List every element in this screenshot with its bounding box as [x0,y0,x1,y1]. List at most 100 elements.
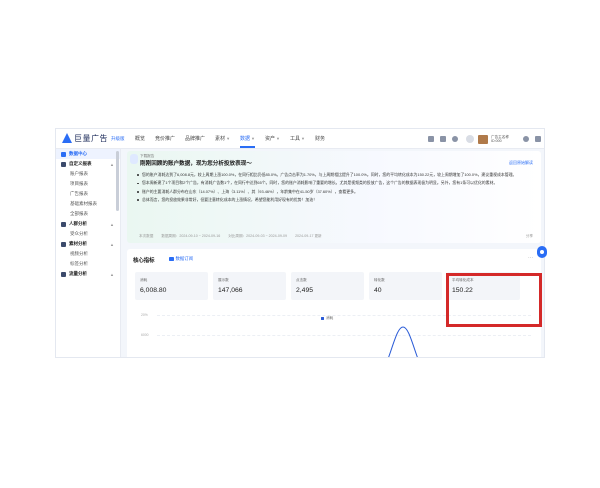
nav-label: 财务 [314,136,325,142]
nav-label: 数据 [240,136,251,142]
report-icon [61,161,66,167]
nav-assets[interactable]: 资产 ▼ [265,129,280,149]
trend-line [388,326,418,357]
metric-label: 转化数 [374,278,385,282]
sidebar-item-label: 基础素材报表 [70,201,97,206]
robot-icon [130,154,138,164]
nav-label: 品牌推广 [185,136,206,142]
sidebar-item-audience-analysis[interactable]: 受众分析 [56,229,120,239]
metric-value: 147,066 [218,287,243,294]
metric-card-impressions[interactable]: 展示数 147,066 [213,272,286,300]
sidebar-item-label: 项目报表 [70,181,88,186]
chevron-up-icon: ▲ [110,221,114,227]
sidebar-group-audience[interactable]: 人群分析 ▲ [56,219,120,229]
chevron-down-icon: ▼ [276,136,280,141]
sidebar-item-data-center[interactable]: 数据中心 [56,149,120,159]
chevron-up-icon: ▲ [110,241,114,247]
metric-card-cost[interactable]: 消耗 6,008.80 [135,272,208,300]
checkbox-icon [169,256,174,262]
briefcase-icon[interactable] [428,136,434,142]
sidebar-item-all-reports[interactable]: 全部报表 [56,209,120,219]
insight-title: 刚刚回顾的账户数据，现为您分析投放表现～ [140,161,252,167]
update-time: 2024-09-17 更新 [295,234,322,238]
data-period: 数据周期：2024-09-10 ~ 2024-09-16 [161,234,221,238]
data-subscribe-checkbox[interactable]: 数据订阅 [169,256,193,262]
metric-card-conversions[interactable]: 转化数 40 [369,272,442,300]
sidebar-group-creative[interactable]: 素材分析 ▲ [56,239,120,249]
sidebar-item-label: 素材分析 [69,241,87,246]
footer-label: 本次数据 [139,234,154,238]
sidebar: 数据中心 自定义报表 ▲ 账户报表 项目报表 广告报表 基础素材报表 全部报表 人… [56,149,121,357]
share-button[interactable]: 分享 [526,234,533,239]
metric-value: 6,008.80 [140,287,167,294]
dashboard-icon [61,151,66,157]
list-item: 您本周新建了1个项目和2个广告，有消耗广告数1个，在同行中达到65个。同时，您的… [137,180,537,186]
sidebar-item-label: 全部报表 [70,211,88,216]
checkbox-label: 数据订阅 [175,256,194,261]
gear-icon[interactable] [523,136,529,142]
sidebar-item-label: 受众分析 [70,231,88,236]
traffic-icon [61,271,66,277]
sidebar-item-label: 人群分析 [69,221,87,226]
nav-tools[interactable]: 工具 ▼ [290,129,305,149]
chevron-down-icon: ▼ [226,136,231,141]
people-icon [61,221,66,227]
sidebar-item-tag-analysis[interactable]: 标签分析 [56,259,120,269]
nav-label: 工具 [290,136,301,142]
list-item: 账户的主要消耗人群分布在山东（14.07%）、上海（3.11%）、其（93.46… [137,189,537,195]
sidebar-item-label: 账户报表 [70,171,88,176]
sidebar-group-custom-reports[interactable]: 自定义报表 ▲ [56,159,120,169]
sidebar-item-label: 标签分析 [70,261,88,266]
sidebar-item-label: 广告报表 [70,191,88,196]
nav-overview[interactable]: 概览 [135,129,145,149]
document-icon[interactable] [440,136,446,142]
metric-label: 展示数 [218,278,229,282]
avatar[interactable] [466,135,474,143]
list-item: 您的账户消耗达到了6,008.8元，较上周期上涨100.0%，在同行相比仍低85… [137,172,537,178]
nav-brand-ads[interactable]: 品牌推广 [185,129,205,149]
sidebar-item-label: 自定义报表 [69,161,92,166]
sidebar-item-video-analysis[interactable]: 视频分析 [56,249,120,259]
sidebar-scrollbar[interactable] [116,151,119,211]
top-navigation-bar: 巨量广告 升级版 概览 竞价推广 品牌推广 素材 ▼ 数据 ▼ 资产 ▼ 工具 ▼ 财务… [56,129,544,149]
nav-finance[interactable]: 财务 [315,129,325,149]
more-icon[interactable]: ··· [528,255,533,261]
main-nav: 概览 竞价推广 品牌推广 素材 ▼ 数据 ▼ 资产 ▼ 工具 ▼ 财务 [135,129,335,149]
nav-label: 素材 [215,136,226,142]
list-item: 总体而言，您的投放效果非常好，但要注意转化成本的上涨情况，希望您能利用好现有的优… [137,197,537,203]
sidebar-item-ad-report[interactable]: 广告报表 [56,189,120,199]
top-right-tools: 广告主名称 ID:000 [422,129,541,149]
edition-badge: 升级版 [111,135,125,141]
image-icon [61,241,66,247]
grid-icon[interactable] [535,136,541,142]
assistant-float-button[interactable] [537,246,547,258]
sidebar-item-project-report[interactable]: 项目报表 [56,179,120,189]
logo-icon [61,133,72,144]
insight-footer: 本次数据 数据周期：2024-09-10 ~ 2024-09-16 对比周期：2… [139,234,330,239]
metric-value: 40 [374,287,382,294]
nav-creative[interactable]: 素材 ▼ [215,129,230,149]
sidebar-item-account-report[interactable]: 账户报表 [56,169,120,179]
nav-label: 概览 [135,136,146,142]
logo[interactable]: 巨量广告 升级版 [61,133,131,144]
nav-bidding-ads[interactable]: 竞价推广 [155,129,175,149]
sidebar-item-material-report[interactable]: 基础素材报表 [56,199,120,209]
nav-label: 资产 [265,136,276,142]
nav-data[interactable]: 数据 ▼ [240,129,255,149]
metric-value: 2,495 [296,287,314,294]
panel-title: 核心指标 [133,258,155,264]
sidebar-item-label: 视频分析 [70,251,88,256]
metric-label: 消耗 [140,278,148,282]
chevron-down-icon: ▼ [301,136,305,141]
chevron-up-icon: ▲ [110,161,114,167]
metric-card-clicks[interactable]: 点击数 2,495 [291,272,364,300]
chevron-down-icon: ▼ [251,136,256,141]
help-icon[interactable] [452,136,458,142]
highlight-box [446,273,542,327]
chevron-up-icon: ▲ [110,271,114,277]
back-to-original-link[interactable]: 返回原始解读 [509,160,533,166]
sidebar-group-traffic[interactable]: 流量分析 ▲ [56,269,120,279]
sidebar-item-label: 流量分析 [69,271,87,276]
account-name[interactable]: 广告主名称 ID:000 [491,135,517,144]
sidebar-item-label: 数据中心 [69,151,87,156]
